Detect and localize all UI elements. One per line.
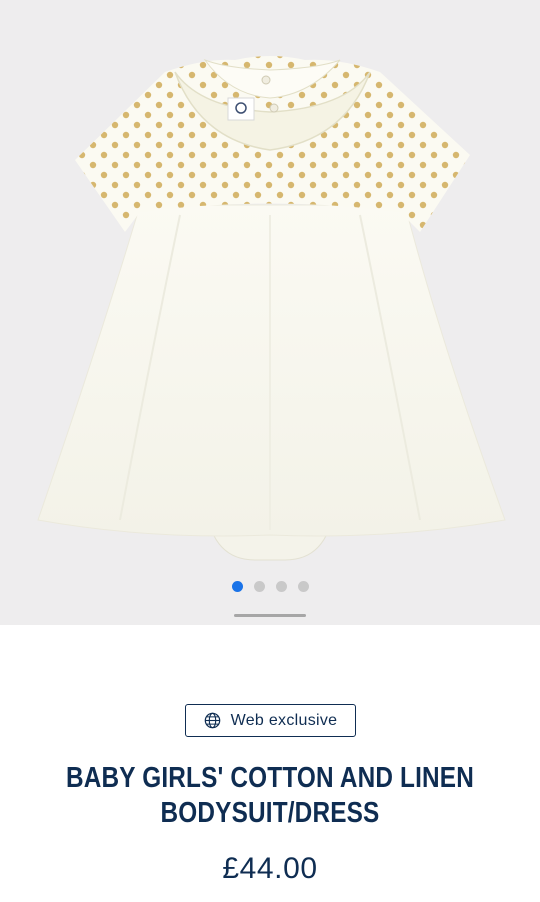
product-image[interactable] (0, 0, 540, 625)
carousel-indicator (0, 581, 540, 593)
carousel-dot-3[interactable] (275, 581, 287, 592)
product-title: BABY GIRLS' COTTON AND LINEN BODYSUIT/DR… (60, 761, 480, 831)
badge-label: Web exclusive (230, 711, 338, 729)
web-exclusive-badge: Web exclusive (185, 704, 356, 737)
carousel-dot-4[interactable] (297, 581, 309, 592)
carousel-dot-2[interactable] (253, 581, 265, 592)
product-price: £44.00 (222, 852, 318, 885)
carousel-dot-1[interactable] (231, 581, 243, 592)
globe-icon (204, 712, 220, 729)
sheet-drag-handle[interactable] (234, 614, 306, 617)
product-image-gallery[interactable] (0, 0, 540, 625)
product-title-line-1: BABY GIRLS' COTTON AND LINEN (66, 762, 474, 794)
product-title-line-2: BODYSUIT/DRESS (160, 797, 380, 829)
